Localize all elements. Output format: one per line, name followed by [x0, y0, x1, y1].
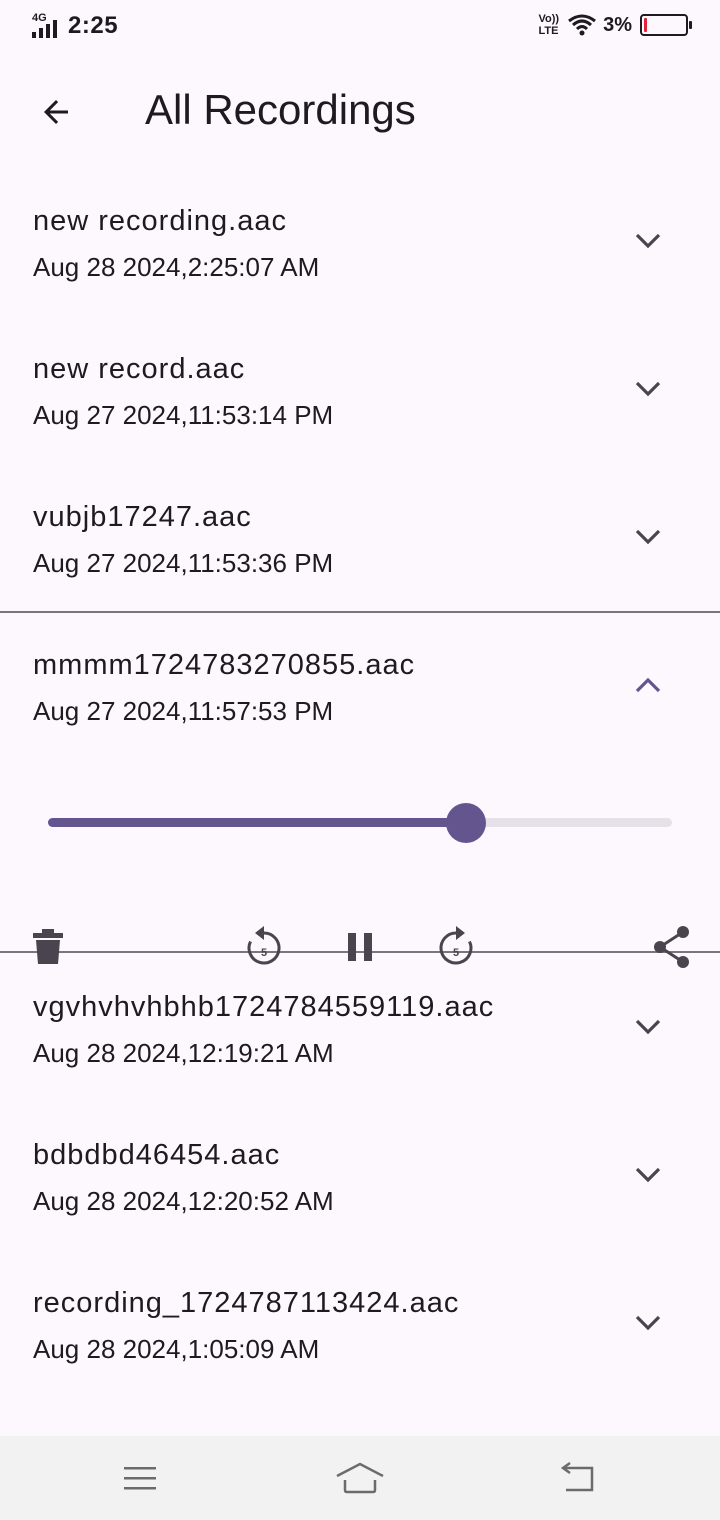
chevron-down-icon	[635, 1167, 661, 1183]
slider-active-track	[48, 818, 467, 827]
expand-button[interactable]	[626, 1013, 670, 1041]
home-icon	[336, 1462, 384, 1494]
nav-menu-button[interactable]	[110, 1454, 170, 1502]
volte-bottom: LTE	[538, 25, 559, 37]
expand-button[interactable]	[626, 523, 670, 551]
wifi-icon	[568, 14, 597, 36]
recording-name: vgvhvhvhbhb1724784559119.aac	[33, 991, 495, 1023]
recordings-list: new recording.aac Aug 28 2024,2:25:07 AM…	[0, 167, 720, 1397]
recording-name: bdbdbd46454.aac	[33, 1139, 281, 1171]
arrow-left-icon	[44, 100, 68, 124]
recording-date: Aug 27 2024,11:53:14 PM	[33, 400, 334, 430]
cellular-signal-icon: 4G	[30, 12, 62, 40]
recording-item[interactable]: new recording.aac Aug 28 2024,2:25:07 AM	[0, 167, 720, 315]
network-type: 4G	[32, 12, 47, 24]
chevron-down-icon	[635, 1019, 661, 1035]
system-nav-bar	[0, 1436, 720, 1520]
battery-icon	[640, 14, 692, 36]
app-bar: All Recordings	[0, 72, 720, 152]
nav-back-button[interactable]	[548, 1454, 608, 1502]
recording-date: Aug 28 2024,1:05:09 AM	[33, 1334, 320, 1364]
chevron-down-icon	[635, 529, 661, 545]
recording-item[interactable]: bdbdbd46454.aac Aug 28 2024,12:20:52 AM	[0, 1101, 720, 1249]
recording-date: Aug 28 2024,12:20:52 AM	[33, 1186, 334, 1216]
chevron-down-icon	[635, 1315, 661, 1331]
expand-button[interactable]	[626, 1309, 670, 1337]
expand-button[interactable]	[626, 375, 670, 403]
battery-percent: 3%	[603, 13, 632, 36]
recording-date: Aug 28 2024,12:19:21 AM	[33, 1038, 334, 1068]
nav-home-button[interactable]	[330, 1454, 390, 1502]
back-button[interactable]	[26, 82, 86, 142]
slider-thumb[interactable]	[446, 803, 487, 843]
recording-item[interactable]: vgvhvhvhbhb1724784559119.aac Aug 28 2024…	[0, 953, 720, 1101]
recording-item[interactable]: vubjb17247.aac Aug 27 2024,11:53:36 PM	[0, 463, 720, 611]
recording-name: vubjb17247.aac	[33, 501, 252, 533]
menu-icon	[124, 1467, 156, 1490]
recording-name: new record.aac	[33, 353, 246, 385]
recording-name: recording_1724787113424.aac	[33, 1287, 460, 1319]
recording-date: Aug 27 2024,11:57:53 PM	[33, 696, 334, 726]
recording-item[interactable]: recording_1724787113424.aac Aug 28 2024,…	[0, 1249, 720, 1397]
volte-top: Vo))	[538, 13, 560, 25]
chevron-down-icon	[635, 233, 661, 249]
status-bar: 4G 2:25 Vo)) LTE 3%	[0, 0, 720, 58]
expand-button[interactable]	[626, 227, 670, 255]
chevron-up-icon	[635, 677, 661, 693]
collapse-button[interactable]	[626, 671, 670, 699]
expand-button[interactable]	[626, 1161, 670, 1189]
recording-item-expanded[interactable]: mmmm1724783270855.aac Aug 27 2024,11:57:…	[0, 611, 720, 968]
recording-item[interactable]: new record.aac Aug 27 2024,11:53:14 PM	[0, 315, 720, 463]
playback-slider[interactable]	[48, 803, 672, 843]
recording-date: Aug 27 2024,11:53:36 PM	[33, 548, 334, 578]
recording-name: new recording.aac	[33, 205, 287, 237]
page-title: All Recordings	[145, 86, 416, 133]
recording-date: Aug 28 2024,2:25:07 AM	[33, 252, 320, 282]
recording-name: mmmm1724783270855.aac	[33, 649, 416, 681]
volte-icon: Vo)) LTE	[539, 13, 560, 37]
chevron-down-icon	[635, 381, 661, 397]
clock: 2:25	[68, 12, 119, 39]
back-icon	[560, 1462, 594, 1492]
